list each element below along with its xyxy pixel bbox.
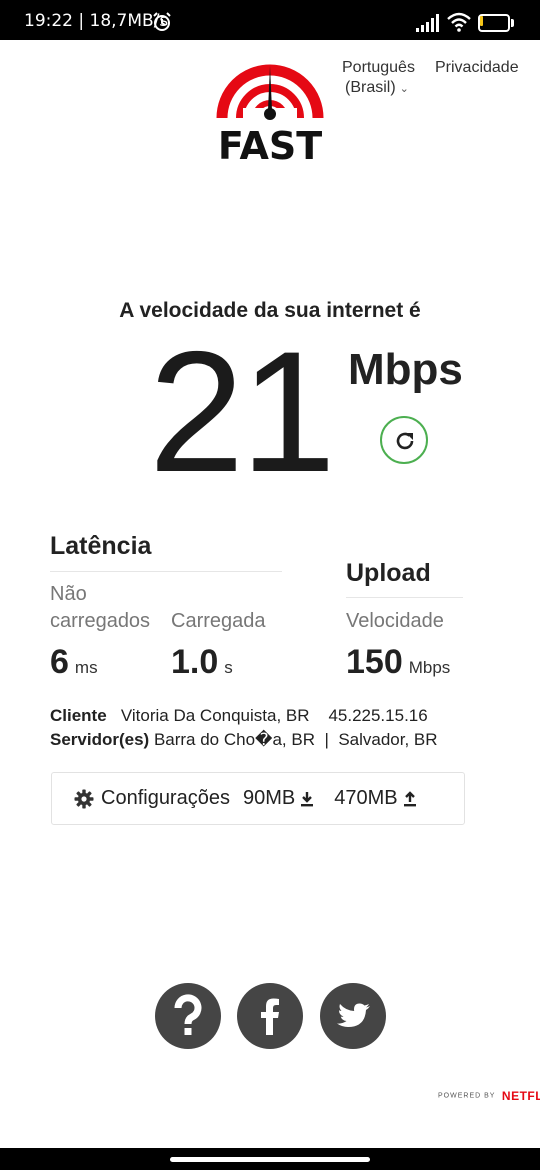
refresh-icon xyxy=(396,432,414,450)
server-location-1: Barra do Cho�a, BR xyxy=(153,730,315,749)
chevron-down-icon: ⌄ xyxy=(399,83,409,95)
loaded-latency-value: 1.0 xyxy=(171,643,219,681)
settings-button[interactable]: Configurações 90MB 470MB xyxy=(51,772,465,825)
loaded-latency-unit: s xyxy=(224,658,233,677)
fast-logo: FAST xyxy=(213,60,327,168)
download-icon xyxy=(301,791,314,806)
divider xyxy=(50,571,282,572)
upload-speed-label: Velocidade xyxy=(346,610,444,632)
download-size: 90MB xyxy=(242,787,296,809)
loaded-latency: 1.0 s xyxy=(171,643,233,682)
client-location: Vitoria Da Conquista, BR xyxy=(120,706,310,725)
server-location-2: Salvador, BR xyxy=(338,730,438,749)
battery-icon: 12 xyxy=(478,14,514,32)
divider xyxy=(346,597,463,598)
unloaded-latency-value: 6 xyxy=(50,643,69,681)
help-icon xyxy=(174,994,202,1035)
client-info: Cliente Vitoria Da Conquista, BR 45.225.… xyxy=(50,706,428,726)
privacy-link[interactable]: Privacidade xyxy=(435,58,519,78)
server-info: Servidor(es) Barra do Cho�a, BR | Salvad… xyxy=(50,730,438,750)
server-label: Servidor(es) xyxy=(50,730,150,749)
upload-title: Upload xyxy=(346,559,431,587)
status-time: 19:22 | 18,7MB/s xyxy=(24,11,169,31)
signal-icon xyxy=(416,14,439,32)
upload-size: 470MB xyxy=(334,787,398,809)
netflix-logo: NETFLIX xyxy=(501,1088,540,1103)
gear-icon xyxy=(74,789,94,808)
facebook-button[interactable] xyxy=(237,983,303,1049)
server-separator: | xyxy=(324,730,329,749)
settings-label: Configurações xyxy=(101,787,230,809)
upload-icon xyxy=(403,790,416,806)
help-button[interactable] xyxy=(155,983,221,1049)
upload-speed-unit: Mbps xyxy=(408,658,451,677)
facebook-icon xyxy=(261,998,279,1035)
powered-by-netflix[interactable]: POWERED BY NETFLIX xyxy=(438,1087,540,1105)
status-bar: 19:22 | 18,7MB/s 12 xyxy=(0,0,540,40)
loaded-label: Carregada xyxy=(171,610,266,632)
wifi-icon xyxy=(447,12,471,32)
battery-level: 12 xyxy=(486,16,502,29)
unloaded-label: Não carregados xyxy=(50,583,151,632)
language-region: (Brasil) xyxy=(345,79,396,96)
powered-by-label: POWERED BY xyxy=(438,1092,496,1100)
twitter-icon xyxy=(337,1003,370,1027)
language-select[interactable]: Português (Brasil) ⌄ xyxy=(342,58,415,99)
speedometer-icon xyxy=(216,64,324,122)
twitter-button[interactable] xyxy=(320,983,386,1049)
upload-speed-value: 150 xyxy=(346,643,403,681)
speed-units: Mbps xyxy=(348,345,463,394)
home-indicator[interactable] xyxy=(170,1157,370,1162)
language-label: Português xyxy=(342,59,415,76)
client-label: Cliente xyxy=(50,706,107,725)
refresh-button[interactable] xyxy=(380,416,428,464)
speed-value: 21 xyxy=(148,316,336,508)
client-ip: 45.225.15.16 xyxy=(328,706,428,725)
alarm-icon xyxy=(153,12,171,31)
logo-text: FAST xyxy=(217,124,323,168)
latency-title: Latência xyxy=(50,532,152,560)
upload-speed: 150 Mbps xyxy=(346,643,450,682)
unloaded-latency: 6 ms xyxy=(50,643,98,682)
unloaded-latency-unit: ms xyxy=(74,658,98,677)
